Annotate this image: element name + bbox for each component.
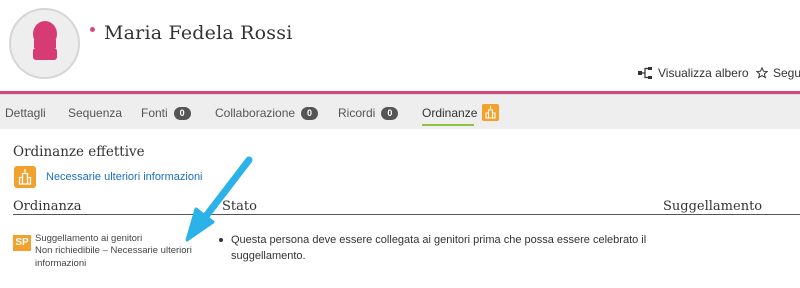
- column-header-sealing: Suggellamento: [663, 199, 763, 214]
- star-icon: [756, 67, 768, 79]
- tab-sources[interactable]: Fonti 0: [141, 106, 191, 120]
- tab-label: Sequenza: [68, 106, 123, 120]
- column-header-status: Stato: [222, 199, 257, 214]
- temple-icon: [482, 103, 500, 121]
- table-header-divider: [13, 214, 800, 215]
- tab-label: Ricordi: [338, 106, 376, 120]
- section-title: Ordinanze effettive: [13, 144, 145, 160]
- ordinance-type-badge: SP: [13, 235, 31, 251]
- bullet-point: [219, 238, 223, 242]
- ordinance-status: Non richiedibile – Necessarie ulteriori …: [35, 245, 192, 269]
- count-badge: 0: [381, 106, 399, 120]
- follow-label: Segui: [773, 66, 800, 80]
- avatar: [9, 8, 80, 79]
- more-info-link[interactable]: Necessarie ulteriori informazioni: [46, 171, 203, 183]
- tab-sequence[interactable]: Sequenza: [68, 106, 122, 120]
- female-person-icon: [33, 21, 57, 60]
- temple-icon: [14, 166, 36, 188]
- tab-label: Fonti: [141, 106, 168, 120]
- tab-bar: Dettagli Sequenza Fonti 0 Collaborazione…: [0, 94, 800, 129]
- status-message: Questa persona deve essere collegata ai …: [231, 234, 647, 262]
- active-tab-indicator: [422, 124, 474, 126]
- person-name: Maria Fedela Rossi: [104, 22, 293, 44]
- follow-button[interactable]: Segui: [756, 66, 800, 80]
- tab-label: Dettagli: [5, 106, 46, 120]
- view-tree-label: Visualizza albero: [658, 66, 749, 80]
- column-header-ordinance: Ordinanza: [13, 199, 82, 214]
- tab-memories[interactable]: Ricordi 0: [338, 106, 399, 120]
- ordinance-name[interactable]: Suggellamento ai genitori: [35, 233, 142, 244]
- count-badge: 0: [173, 106, 191, 120]
- tab-ordinances[interactable]: Ordinanze: [422, 103, 500, 126]
- tab-collaboration[interactable]: Collaborazione 0: [215, 106, 319, 120]
- tab-label: Collaborazione: [215, 106, 296, 120]
- count-badge: 0: [301, 106, 319, 120]
- person-header: Maria Fedela Rossi Visualizza albero Seg…: [0, 0, 800, 92]
- view-tree-button[interactable]: Visualizza albero: [638, 66, 749, 80]
- gender-indicator: [90, 27, 95, 32]
- tab-details[interactable]: Dettagli: [5, 106, 46, 120]
- tab-label: Ordinanze: [422, 106, 478, 120]
- tree-icon: [638, 67, 652, 79]
